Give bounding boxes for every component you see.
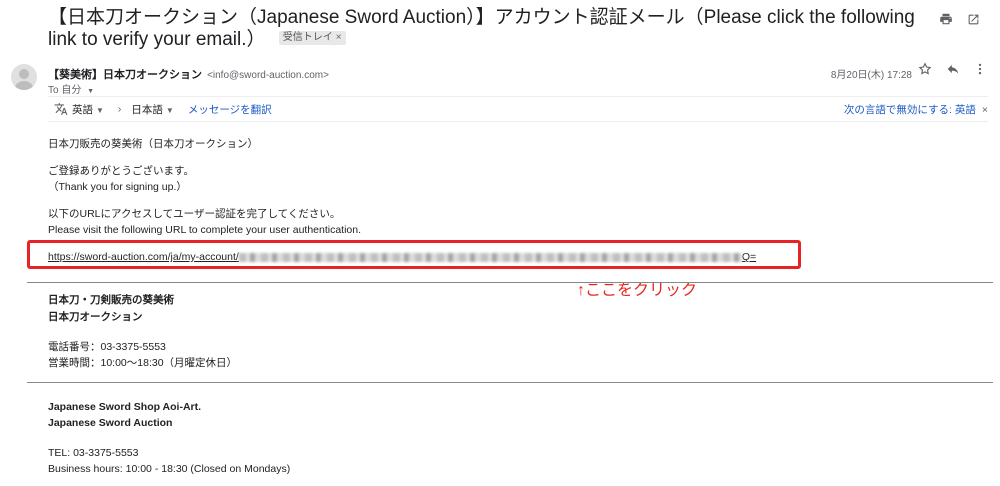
print-icon[interactable] [939,12,953,26]
thanks-ja: ご登録ありがとうございます。 [48,165,194,177]
thanks-en: （Thank you for signing up.） [48,181,187,193]
translate-message-link[interactable]: メッセージを翻訳 [188,102,272,117]
divider [27,382,993,383]
caret-down-icon: ▼ [165,105,174,115]
phone-en: TEL: 03-3375-5553 [48,447,139,459]
disable-translation-text: 次の言語で無効にする: 英語 [843,103,976,116]
phone-ja: 電話番号：03-3375-5553 [48,341,166,353]
verification-link-prefix: https://sword-auction.com/ja/my-account/ [48,251,239,263]
signature-en-line1: Japanese Sword Shop Aoi-Art. [48,401,202,413]
disable-translation-link[interactable]: 次の言語で無効にする: 英語 × [844,102,988,117]
instruction-en: Please visit the following URL to comple… [48,224,362,236]
email-date: 8月20日(木) 17:28 [830,70,912,81]
translate-icon [54,102,68,116]
inbox-label[interactable]: 受信トレイ × [278,30,346,45]
divider [27,282,993,283]
source-language-label: 英語 [72,103,93,116]
recipient-text: To 自分 [48,85,82,96]
more-vert-icon[interactable] [974,62,986,76]
sender-email: <info@sword-auction.com> [207,70,329,81]
sender: 【葵美術】日本刀オークション <info@sword-auction.com> [48,66,329,82]
open-in-new-icon[interactable] [967,12,980,26]
message-actions [918,62,986,76]
caret-down-icon: ▼ [96,105,104,115]
shop-name: 日本刀販売の葵美術（日本刀オークション） [48,138,258,150]
subject-toolbar [939,12,980,26]
arrow-right-icon: › [117,103,122,115]
signature-ja-line2: 日本刀オークション [48,311,143,323]
star-icon[interactable] [918,62,932,76]
close-icon[interactable]: × [982,104,988,116]
email-subject: 【日本刀オークション（Japanese Sword Auction）】アカウント… [48,7,928,51]
subject-text: 【日本刀オークション（Japanese Sword Auction）】アカウント… [48,7,915,50]
verification-link-suffix: Q= [741,251,757,263]
recipient-line[interactable]: To 自分 ▼ [48,81,94,96]
target-language-label: 日本語 [131,103,163,116]
instruction-ja: 以下のURLにアクセスしてユーザー認証を完了してください。 [48,208,341,220]
hours-en: Business hours: 10:00 - 18:30 (Closed on… [48,463,291,475]
translate-bar: 英語 ▼ › 日本語 ▼ メッセージを翻訳 次の言語で無効にする: 英語 × [48,96,988,122]
hours-ja: 営業時間：10:00〜18:30（月曜定休日） [48,357,238,369]
avatar-icon [11,64,37,90]
signature-en-line2: Japanese Sword Auction [48,417,173,429]
verification-link[interactable]: https://sword-auction.com/ja/my-account/… [48,251,756,263]
target-language-select[interactable]: 日本語 ▼ [131,102,173,117]
inbox-label-close[interactable]: × [336,32,342,43]
chevron-down-icon[interactable]: ▼ [87,88,94,95]
reply-icon[interactable] [946,62,960,76]
inbox-label-text: 受信トレイ [282,31,333,43]
source-language-select[interactable]: 英語 ▼ [72,102,104,117]
click-here-annotation: ↑ここをクリック [577,282,698,299]
sender-name: 【葵美術】日本刀オークション [48,69,202,81]
redacted-token [238,252,742,262]
signature-ja-line1: 日本刀・刀剣販売の葵美術 [48,294,174,306]
